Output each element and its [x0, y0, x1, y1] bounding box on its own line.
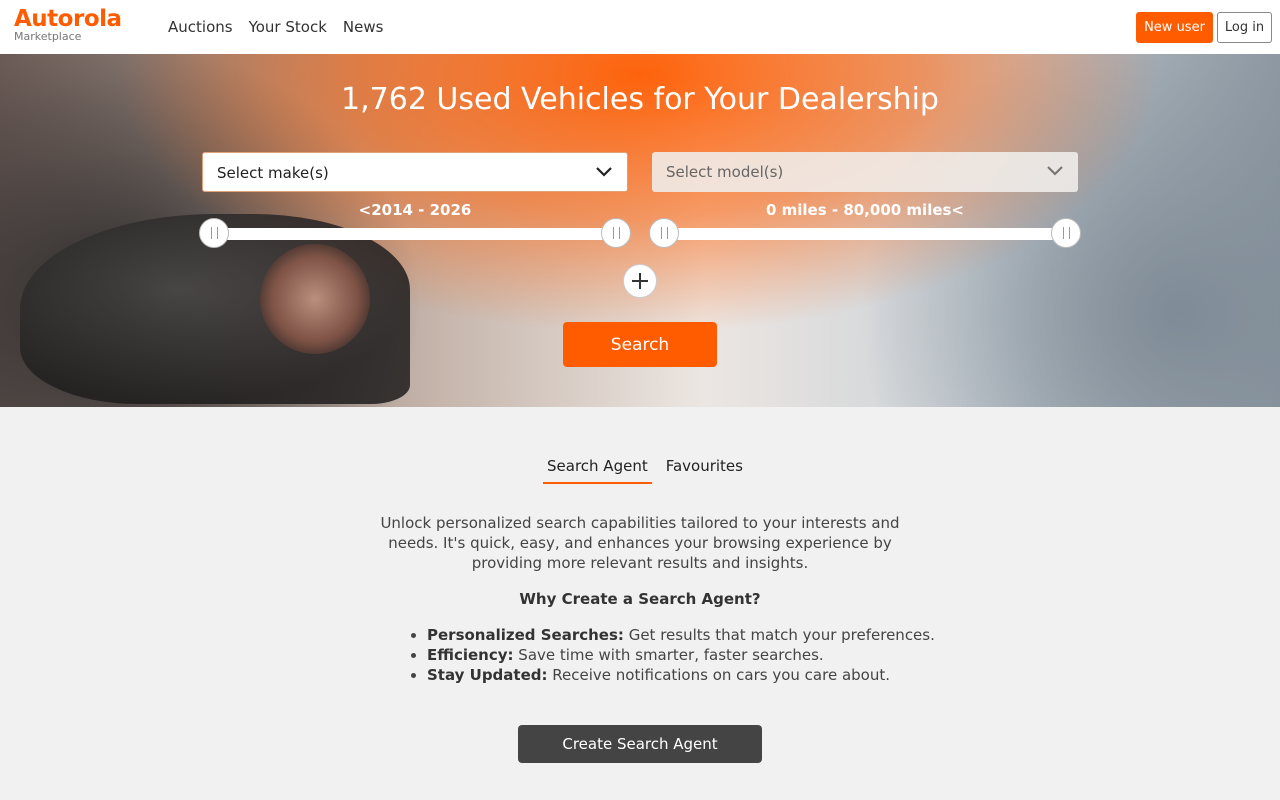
list-item: Personalized Searches: Get results that … [427, 625, 935, 645]
main-nav: Auctions Your Stock News [168, 17, 383, 37]
benefit-text: Receive notifications on cars you care a… [547, 666, 890, 684]
mileage-max-handle[interactable] [1051, 218, 1081, 248]
more-filters-plus-icon[interactable] [623, 264, 657, 298]
chevron-down-icon [1047, 166, 1063, 176]
hero-background-lamp [260, 244, 370, 354]
make-select[interactable]: Select make(s) [202, 152, 628, 192]
benefit-text: Get results that match your preferences. [623, 626, 935, 644]
model-select-label: Select model(s) [666, 163, 784, 181]
list-item: Efficiency: Save time with smarter, fast… [427, 645, 935, 665]
mileage-range-track[interactable] [665, 228, 1068, 240]
model-select[interactable]: Select model(s) [652, 152, 1078, 192]
logo-text: Autorola [14, 6, 122, 32]
mileage-range-label: 0 miles - 80,000 miles< [765, 201, 965, 219]
nav-news[interactable]: News [343, 17, 384, 37]
list-item: Stay Updated: Receive notifications on c… [427, 665, 935, 685]
top-header: Autorola Marketplace Auctions Your Stock… [0, 0, 1280, 54]
agent-tabs: Search Agent Favourites [543, 454, 747, 484]
autorola-logo[interactable]: Autorola Marketplace [14, 6, 122, 43]
chevron-down-icon [596, 167, 612, 177]
tab-favourites[interactable]: Favourites [662, 454, 747, 484]
nav-auctions[interactable]: Auctions [168, 17, 233, 37]
login-button[interactable]: Log in [1217, 12, 1272, 43]
year-range-track[interactable] [214, 228, 618, 240]
mileage-min-handle[interactable] [649, 218, 679, 248]
tab-search-agent[interactable]: Search Agent [543, 454, 652, 484]
benefit-title: Stay Updated: [427, 666, 548, 684]
why-heading: Why Create a Search Agent? [519, 590, 761, 608]
nav-your-stock[interactable]: Your Stock [249, 17, 327, 37]
benefit-title: Efficiency: [427, 646, 514, 664]
create-search-agent-button[interactable]: Create Search Agent [518, 725, 762, 763]
logo-subtext: Marketplace [14, 30, 82, 43]
year-min-handle[interactable] [199, 218, 229, 248]
search-button[interactable]: Search [563, 322, 717, 367]
agent-description: Unlock personalized search capabilities … [380, 514, 900, 572]
year-max-handle[interactable] [601, 218, 631, 248]
benefits-list: Personalized Searches: Get results that … [405, 625, 935, 685]
hero-title: 1,762 Used Vehicles for Your Dealership [341, 82, 939, 117]
make-select-label: Select make(s) [217, 164, 329, 182]
new-user-button[interactable]: New user [1136, 12, 1213, 43]
benefit-title: Personalized Searches: [427, 626, 624, 644]
hero-banner: 1,762 Used Vehicles for Your Dealership … [0, 54, 1280, 407]
benefit-text: Save time with smarter, faster searches. [513, 646, 824, 664]
year-range-label: <2014 - 2026 [358, 201, 472, 219]
